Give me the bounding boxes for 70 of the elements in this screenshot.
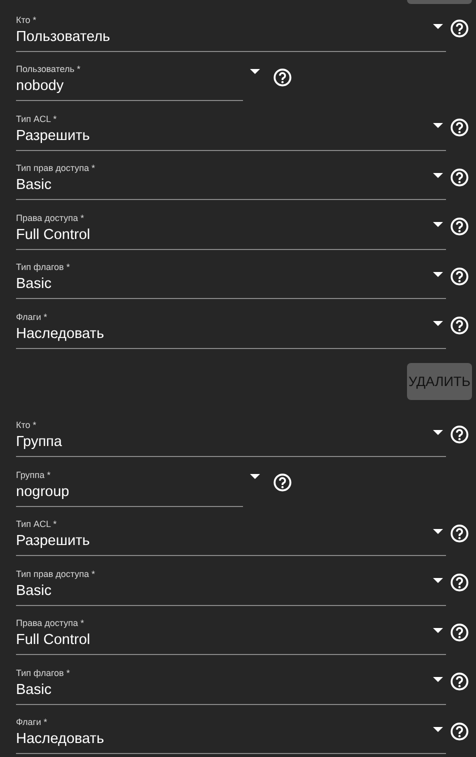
field-value: Basic bbox=[16, 275, 52, 294]
select-field[interactable]: Флаги * Наследовать bbox=[16, 708, 446, 754]
help-icon[interactable] bbox=[450, 118, 469, 138]
help-icon[interactable] bbox=[450, 672, 469, 692]
caret-icon[interactable] bbox=[433, 677, 443, 682]
field-label: Тип прав доступа * bbox=[16, 162, 96, 174]
help-icon[interactable] bbox=[450, 316, 469, 336]
select-field[interactable]: Тип прав доступа * Basic bbox=[16, 154, 446, 200]
field-value: nogroup bbox=[16, 482, 70, 502]
field-label: Флаги * bbox=[16, 310, 48, 323]
field-label: Тип ACL * bbox=[16, 112, 57, 125]
field-value: Пользователь bbox=[16, 28, 110, 47]
select-field[interactable]: Пользователь * nobody bbox=[16, 55, 243, 102]
field-value: Разрешить bbox=[16, 126, 90, 146]
help-icon[interactable] bbox=[450, 722, 469, 741]
help-icon[interactable] bbox=[450, 524, 469, 543]
caret-icon[interactable] bbox=[433, 321, 443, 326]
field-label: Тип флагов * bbox=[16, 666, 70, 679]
caret-icon[interactable] bbox=[433, 430, 443, 435]
field-value: Basic bbox=[16, 582, 52, 601]
select-field[interactable]: Группа * nogroup bbox=[16, 460, 243, 507]
caret-icon[interactable] bbox=[433, 578, 443, 584]
field-label: Кто * bbox=[16, 419, 36, 432]
select-field[interactable]: Тип ACL * Разрешить bbox=[16, 510, 446, 556]
help-icon[interactable] bbox=[450, 19, 469, 38]
help-icon[interactable] bbox=[450, 622, 469, 642]
help-icon[interactable] bbox=[450, 168, 469, 187]
field-value: Basic bbox=[16, 176, 52, 196]
field-value: Разрешить bbox=[16, 532, 90, 552]
field-label: Группа * bbox=[16, 468, 51, 481]
select-field[interactable]: Тип флагов * Basic bbox=[16, 658, 446, 705]
caret-icon[interactable] bbox=[250, 68, 260, 74]
help-icon[interactable] bbox=[450, 266, 469, 286]
field-label: Пользователь * bbox=[16, 63, 80, 76]
field-value: Наследовать bbox=[16, 324, 104, 344]
caret-icon[interactable] bbox=[433, 24, 443, 30]
help-icon[interactable] bbox=[450, 573, 469, 592]
caret-icon[interactable] bbox=[433, 528, 443, 534]
help-icon[interactable] bbox=[273, 473, 292, 492]
select-field[interactable]: Кто * Пользователь bbox=[16, 6, 446, 52]
field-value: Basic bbox=[16, 680, 52, 700]
field-value: Группа bbox=[16, 433, 62, 452]
select-field[interactable]: Флаги * Наследовать bbox=[16, 302, 446, 349]
field-label: Тип флагов * bbox=[16, 261, 70, 274]
select-field[interactable]: Кто * Группа bbox=[16, 411, 446, 458]
caret-icon[interactable] bbox=[433, 222, 443, 228]
caret-icon[interactable] bbox=[250, 474, 260, 480]
caret-icon[interactable] bbox=[433, 272, 443, 277]
caret-icon[interactable] bbox=[433, 628, 443, 633]
select-field[interactable]: Тип прав доступа * Basic bbox=[16, 560, 446, 606]
select-field[interactable]: Права доступа * Full Control bbox=[16, 609, 446, 656]
field-label: Тип ACL * bbox=[16, 518, 57, 530]
select-field[interactable]: Тип ACL * Разрешить bbox=[16, 104, 446, 151]
caret-icon[interactable] bbox=[433, 172, 443, 178]
field-value: Наследовать bbox=[16, 730, 104, 750]
field-value: Full Control bbox=[16, 226, 90, 245]
select-field[interactable]: Права доступа * Full Control bbox=[16, 204, 446, 250]
field-label: Тип прав доступа * bbox=[16, 568, 96, 580]
help-icon[interactable] bbox=[450, 424, 469, 444]
field-value: nobody bbox=[16, 77, 64, 96]
caret-icon[interactable] bbox=[433, 726, 443, 732]
field-label: Кто * bbox=[16, 14, 36, 26]
select-field[interactable]: Тип флагов * Basic bbox=[16, 253, 446, 300]
caret-icon[interactable] bbox=[433, 123, 443, 128]
field-label: Права доступа * bbox=[16, 617, 84, 630]
field-label: Права доступа * bbox=[16, 212, 84, 224]
field-label: Флаги * bbox=[16, 716, 48, 728]
help-icon[interactable] bbox=[450, 217, 469, 236]
field-value: Full Control bbox=[16, 631, 90, 650]
help-icon[interactable] bbox=[273, 68, 292, 87]
